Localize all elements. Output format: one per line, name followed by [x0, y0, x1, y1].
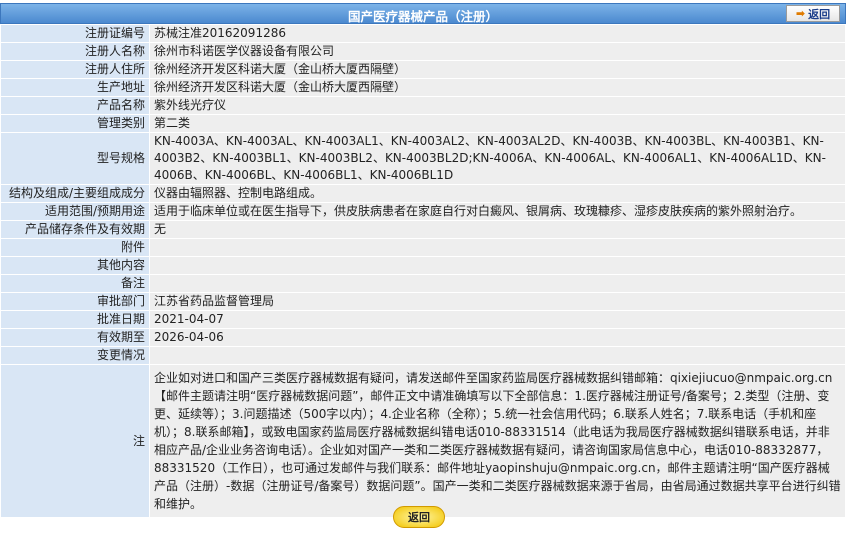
- field-value: 江苏省药品监督管理局: [149, 292, 846, 311]
- back-button-label: 返回: [808, 7, 831, 21]
- back-button-bottom-label: 返回: [408, 511, 430, 524]
- detail-row: 型号规格 KN-4003A、KN-4003AL、KN-4003AL1、KN-400…: [0, 132, 846, 185]
- detail-row: 审批部门 江苏省药品监督管理局: [0, 292, 846, 311]
- field-value: 仪器由辐照器、控制电路组成。: [149, 184, 846, 203]
- field-label: 生产地址: [0, 78, 150, 97]
- detail-row: 其他内容: [0, 256, 846, 275]
- field-label: 批准日期: [0, 310, 150, 329]
- field-label: 有效期至: [0, 328, 150, 347]
- back-button-bottom[interactable]: 返回: [393, 506, 445, 528]
- detail-row: 生产地址 徐州经济开发区科诺大厦（金山桥大厦西隔壁）: [0, 78, 846, 97]
- field-label: 备注: [0, 274, 150, 293]
- field-label: 注册证编号: [0, 24, 150, 43]
- field-label: 管理类别: [0, 114, 150, 133]
- field-label: 审批部门: [0, 292, 150, 311]
- field-label: 附件: [0, 238, 150, 257]
- field-value: 徐州市科诺医学仪器设备有限公司: [149, 42, 846, 61]
- field-label: 其他内容: [0, 256, 150, 275]
- detail-row: 注册人住所 徐州经济开发区科诺大厦（金山桥大厦西隔壁）: [0, 60, 846, 79]
- field-value: [149, 256, 846, 275]
- detail-table: 注册证编号 苏械注准20162091286 注册人名称 徐州市科诺医学仪器设备有限公司…: [0, 24, 846, 518]
- detail-row: 批准日期 2021-04-07: [0, 310, 846, 329]
- detail-row: 适用范围/预期用途 适用于临床单位或在医生指导下，供皮肤病患者在家庭自行对白癜风、…: [0, 202, 846, 221]
- detail-row: 产品名称 紫外线光疗仪: [0, 96, 846, 115]
- detail-row: 注册人名称 徐州市科诺医学仪器设备有限公司: [0, 42, 846, 61]
- field-label: 适用范围/预期用途: [0, 202, 150, 221]
- field-label: 注册人住所: [0, 60, 150, 79]
- detail-row: 备注: [0, 274, 846, 293]
- note-text: 企业如对进口和国产三类医疗器械数据有疑问，请发送邮件至国家药监局医疗器械数据纠错…: [149, 364, 846, 518]
- detail-row: 变更情况: [0, 346, 846, 365]
- field-value: [149, 274, 846, 293]
- detail-row: 附件: [0, 238, 846, 257]
- note-label: 注: [0, 364, 150, 518]
- field-value: 苏械注准20162091286: [149, 24, 846, 43]
- field-value: 2026-04-06: [149, 328, 846, 347]
- field-value: 徐州经济开发区科诺大厦（金山桥大厦西隔壁）: [149, 78, 846, 97]
- detail-row: 注册证编号 苏械注准20162091286: [0, 24, 846, 43]
- note-row: 注企业如对进口和国产三类医疗器械数据有疑问，请发送邮件至国家药监局医疗器械数据纠…: [0, 364, 846, 518]
- field-value: 适用于临床单位或在医生指导下，供皮肤病患者在家庭自行对白癜风、银屑病、玫瑰糠疹、…: [149, 202, 846, 221]
- detail-row: 管理类别 第二类: [0, 114, 846, 133]
- field-label: 结构及组成/主要组成成分: [0, 184, 150, 203]
- detail-page: 国产医疗器械产品（注册） ➡ 返回 注册证编号 苏械注准20162091286 注册…: [0, 0, 850, 536]
- field-label: 注册人名称: [0, 42, 150, 61]
- field-value: [149, 346, 846, 365]
- field-value: 徐州经济开发区科诺大厦（金山桥大厦西隔壁）: [149, 60, 846, 79]
- detail-row: 有效期至 2026-04-06: [0, 328, 846, 347]
- field-value: 紫外线光疗仪: [149, 96, 846, 115]
- field-value: 第二类: [149, 114, 846, 133]
- field-value: KN-4003A、KN-4003AL、KN-4003AL1、KN-4003AL2…: [149, 132, 846, 185]
- field-label: 产品储存条件及有效期: [0, 220, 150, 239]
- detail-row: 结构及组成/主要组成成分 仪器由辐照器、控制电路组成。: [0, 184, 846, 203]
- field-label: 产品名称: [0, 96, 150, 115]
- field-label: 型号规格: [0, 132, 150, 185]
- page-header: 国产医疗器械产品（注册） ➡ 返回: [0, 3, 846, 24]
- field-value: 2021-04-07: [149, 310, 846, 329]
- page-title: 国产医疗器械产品（注册）: [347, 9, 498, 24]
- arrow-right-icon: ➡: [795, 7, 806, 20]
- field-value: [149, 238, 846, 257]
- field-label: 变更情况: [0, 346, 150, 365]
- field-value: 无: [149, 220, 846, 239]
- detail-row: 产品储存条件及有效期无: [0, 220, 846, 239]
- back-button-top[interactable]: ➡ 返回: [786, 5, 840, 22]
